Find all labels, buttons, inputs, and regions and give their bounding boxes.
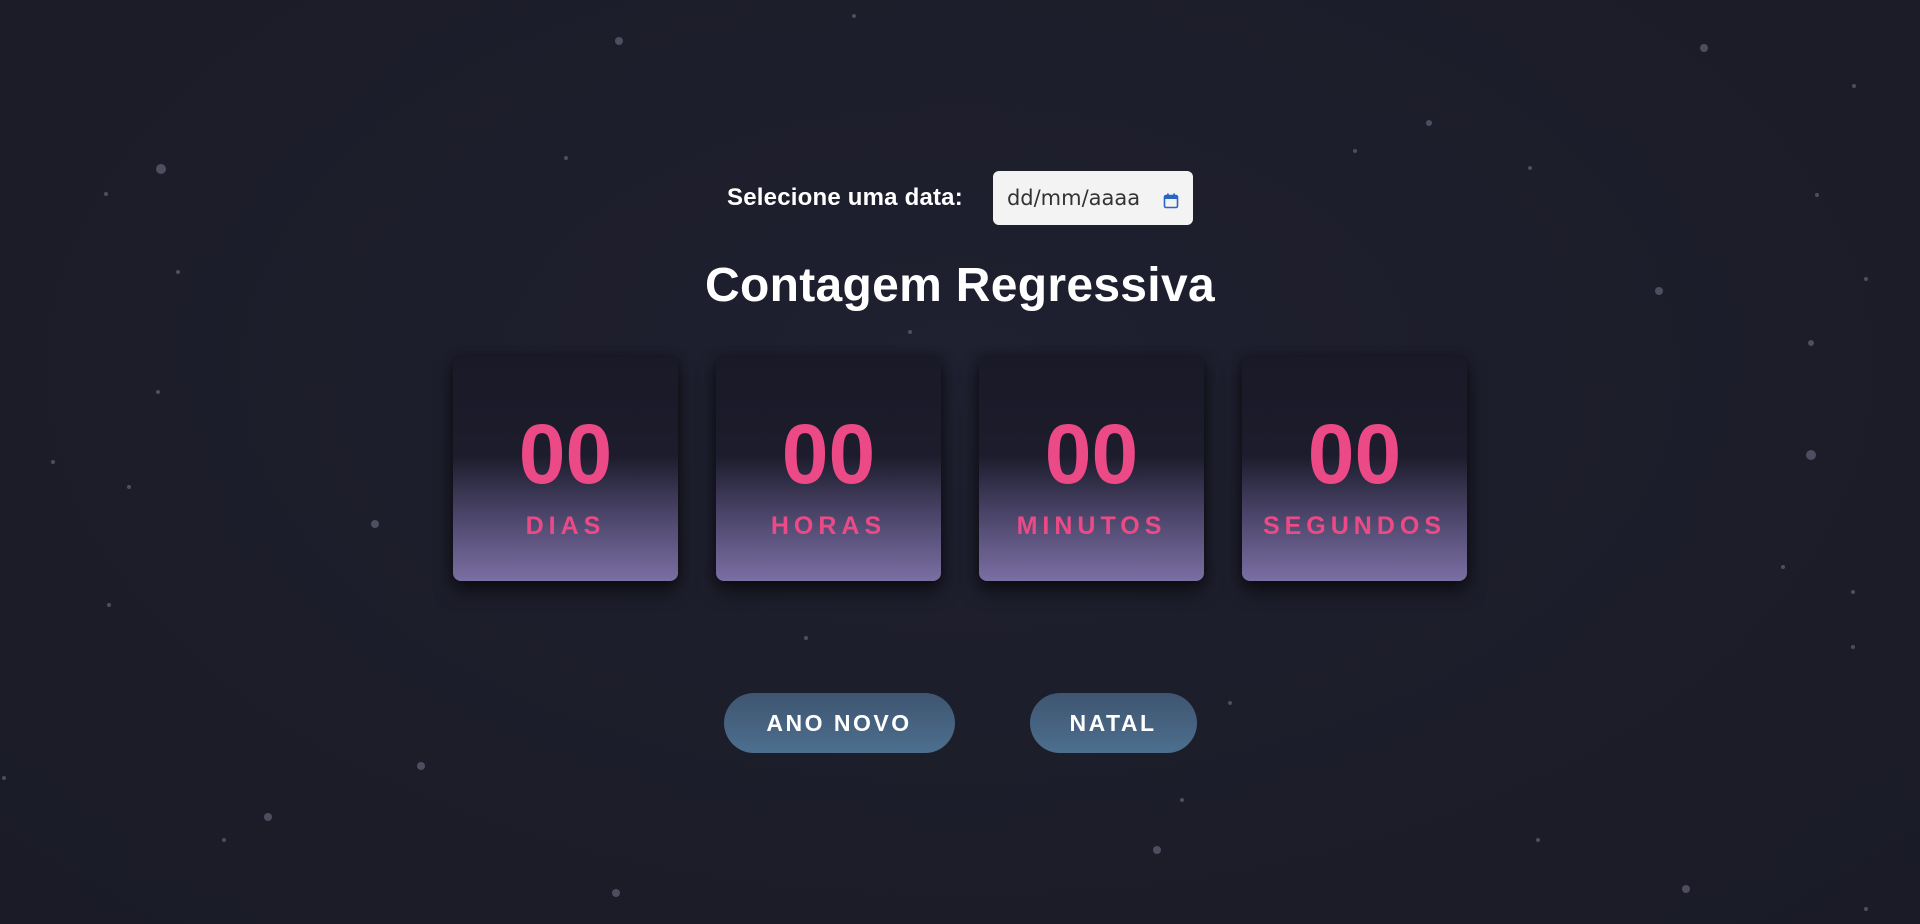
minutes-label: MINUTOS <box>1016 512 1167 540</box>
star <box>417 762 425 770</box>
countdown-card-days: 00 DIAS <box>453 357 678 581</box>
seconds-value: 00 <box>1307 407 1402 501</box>
hours-value: 00 <box>781 407 876 501</box>
star <box>1808 340 1814 346</box>
minutes-value: 00 <box>1044 407 1139 501</box>
date-picker-row: Selecione uma data: dd/mm/aaaa <box>0 171 1920 225</box>
countdown-card-hours: 00 HORAS <box>716 357 941 581</box>
star <box>1806 450 1816 460</box>
star <box>222 838 226 842</box>
star <box>612 889 620 897</box>
hours-label: HORAS <box>770 512 887 540</box>
star <box>615 37 623 45</box>
days-label: DIAS <box>525 512 606 540</box>
star <box>1153 846 1161 854</box>
star <box>1852 84 1856 88</box>
seconds-label: SEGUNDOS <box>1262 512 1447 540</box>
star <box>852 14 856 18</box>
days-value: 00 <box>518 407 613 501</box>
star <box>1864 907 1868 911</box>
countdown-card-minutes: 00 MINUTOS <box>979 357 1204 581</box>
star <box>1682 885 1690 893</box>
star <box>804 636 808 640</box>
star <box>127 485 131 489</box>
page-title: Contagem Regressiva <box>705 259 1215 312</box>
star <box>564 156 568 160</box>
star <box>2 776 6 780</box>
date-input-placeholder: dd/mm/aaaa <box>1006 186 1141 210</box>
countdown-card-seconds: 00 SEGUNDOS <box>1242 357 1467 581</box>
star <box>1781 565 1785 569</box>
date-input[interactable]: dd/mm/aaaa <box>992 171 1193 225</box>
star <box>908 330 912 334</box>
countdown-cards: 00 DIAS 00 HORAS 00 MINUTOS 00 SEGUNDOS <box>453 357 1467 581</box>
star <box>371 520 379 528</box>
christmas-button[interactable]: NATAL <box>1029 693 1197 753</box>
star <box>1353 149 1357 153</box>
star <box>1536 838 1540 842</box>
star <box>1700 44 1708 52</box>
star <box>1180 798 1184 802</box>
star <box>156 390 160 394</box>
star <box>1528 166 1532 170</box>
new-year-button[interactable]: ANO NOVO <box>723 693 955 753</box>
star <box>264 813 272 821</box>
date-picker-label: Selecione uma data: <box>727 184 963 211</box>
app-root: Selecione uma data: dd/mm/aaaa Contagem … <box>0 0 1920 924</box>
calendar-icon[interactable] <box>1163 190 1179 209</box>
star <box>1851 590 1855 594</box>
star <box>1851 645 1855 649</box>
preset-buttons: ANO NOVO NATAL <box>0 693 1920 753</box>
star <box>107 603 111 607</box>
star <box>1426 120 1432 126</box>
star <box>51 460 55 464</box>
